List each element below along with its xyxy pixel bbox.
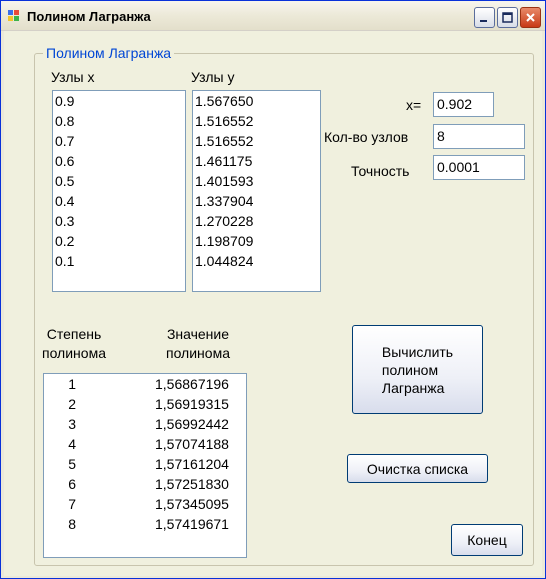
nodes-x-label: Узлы x (51, 69, 95, 85)
clear-list-label: Очистка списка (366, 460, 469, 477)
x-label: x= (406, 97, 422, 113)
x-node-item[interactable]: 0.2 (53, 231, 185, 251)
result-value: 1,57345095 (155, 496, 229, 512)
x-input[interactable]: 0.902 (433, 92, 494, 117)
result-value: 1,57419671 (155, 516, 229, 532)
exit-label: Конец (467, 532, 507, 548)
x-node-item[interactable]: 0.8 (53, 111, 185, 131)
value-label: Значение полинома (166, 326, 230, 361)
client-area: Полином Лагранжа Узлы x Узлы y 0.9 0.8 0.7… (4, 31, 542, 576)
close-button[interactable] (520, 7, 541, 28)
result-degree: 7 (68, 496, 76, 512)
y-node-item[interactable]: 1.401593 (193, 171, 320, 191)
x-node-item[interactable]: 0.6 (53, 151, 185, 171)
y-node-item[interactable]: 1.516552 (193, 111, 320, 131)
result-value: 1,57074188 (155, 436, 229, 452)
result-degree: 3 (68, 416, 76, 432)
result-degree: 8 (68, 516, 76, 532)
x-node-item[interactable]: 0.1 (53, 251, 185, 271)
y-node-item[interactable]: 1.270228 (193, 211, 320, 231)
y-node-item[interactable]: 1.567650 (193, 91, 320, 111)
result-degree: 5 (68, 456, 76, 472)
result-value: 1,56919315 (155, 396, 229, 412)
compute-lagrange-label: Вычислить полином Лагранжа (381, 343, 454, 396)
result-row[interactable]: 4 1,57074188 (44, 434, 246, 454)
app-icon (8, 10, 19, 21)
minimize-button[interactable] (474, 7, 495, 28)
result-degree: 2 (68, 396, 76, 412)
x-node-item[interactable]: 0.5 (53, 171, 185, 191)
result-row[interactable]: 1 1,56867196 (44, 374, 246, 394)
group-title: Полином Лагранжа (43, 45, 175, 61)
nodes-y-listbox[interactable]: 1.567650 1.516552 1.516552 1.461175 1.401593… (192, 90, 321, 292)
nodes-x-listbox[interactable]: 0.9 0.8 0.7 0.6 0.5 0.4 0.3 0.2 0.1 (52, 90, 186, 292)
y-node-item[interactable]: 1.516552 (193, 131, 320, 151)
x-node-item[interactable]: 0.7 (53, 131, 185, 151)
result-row[interactable]: 7 1,57345095 (44, 494, 246, 514)
x-node-item[interactable]: 0.4 (53, 191, 185, 211)
result-row[interactable]: 5 1,57161204 (44, 454, 246, 474)
close-icon (526, 13, 535, 22)
y-node-item[interactable]: 1.337904 (193, 191, 320, 211)
y-node-item[interactable]: 1.461175 (193, 151, 320, 171)
x-node-item[interactable]: 0.9 (53, 91, 185, 111)
main-window: Полином Лагранжа Полином Лагранжа Узлы x… (0, 0, 546, 579)
degree-label: Степень полинома (42, 326, 106, 361)
result-row[interactable]: 8 1,57419671 (44, 514, 246, 534)
result-row[interactable]: 2 1,56919315 (44, 394, 246, 414)
result-value: 1,57161204 (155, 456, 229, 472)
minimize-icon (480, 20, 487, 22)
precision-input[interactable]: 0.0001 (433, 155, 525, 180)
result-value: 1,56867196 (155, 376, 229, 392)
precision-label: Точность (351, 163, 410, 179)
title-bar[interactable]: Полином Лагранжа (1, 1, 545, 31)
result-degree: 4 (68, 436, 76, 452)
maximize-icon (502, 12, 513, 23)
nodes-y-label: Узлы y (191, 69, 235, 85)
result-degree: 6 (68, 476, 76, 492)
y-node-item[interactable]: 1.198709 (193, 231, 320, 251)
results-listbox[interactable]: 1 1,56867196 2 1,56919315 3 1,56992442 4 1,5707… (43, 373, 247, 558)
compute-lagrange-button[interactable]: Вычислить полином Лагранжа (352, 325, 483, 414)
x-node-item[interactable]: 0.3 (53, 211, 185, 231)
result-degree: 1 (68, 376, 76, 392)
result-value: 1,56992442 (155, 416, 229, 432)
result-value: 1,57251830 (155, 476, 229, 492)
result-row[interactable]: 3 1,56992442 (44, 414, 246, 434)
exit-button[interactable]: Конец (451, 524, 523, 556)
result-row[interactable]: 6 1,57251830 (44, 474, 246, 494)
node-count-input[interactable]: 8 (433, 124, 525, 149)
clear-list-button[interactable]: Очистка списка (347, 454, 488, 483)
y-node-item[interactable]: 1.044824 (193, 251, 320, 271)
window-title: Полином Лагранжа (27, 9, 151, 24)
node-count-label: Кол-во узлов (324, 129, 409, 145)
maximize-button[interactable] (497, 7, 518, 28)
